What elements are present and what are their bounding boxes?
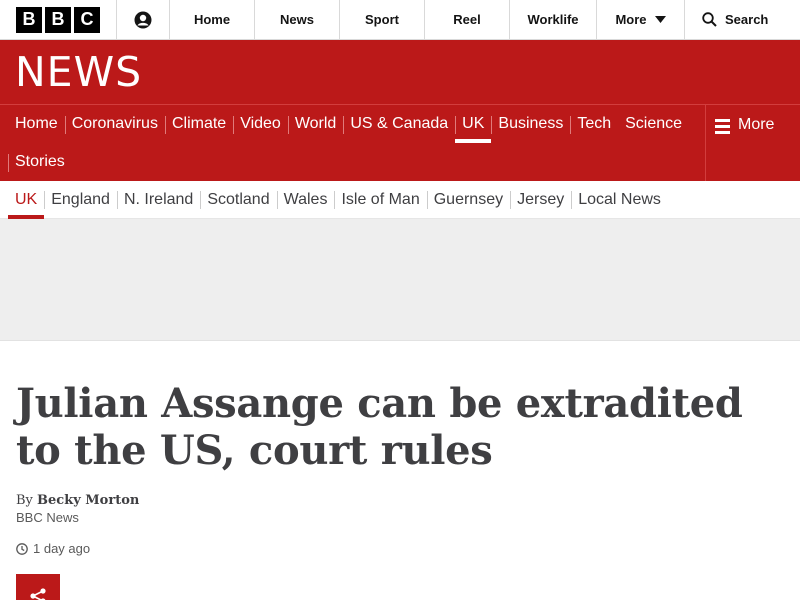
article-timestamp: 1 day ago — [16, 541, 90, 556]
author-organisation: BBC News — [16, 510, 79, 525]
global-nav-home[interactable]: Home — [170, 0, 255, 39]
sub-nav-jersey[interactable]: Jersey — [510, 181, 571, 219]
section-nav-world[interactable]: World — [287, 105, 344, 143]
author-name: Becky Morton — [37, 493, 140, 508]
bbc-logo-letter: B — [45, 6, 71, 33]
advertisement-placeholder — [0, 219, 800, 341]
menu-icon — [715, 119, 730, 134]
news-masthead: NEWS — [0, 40, 800, 104]
global-nav-news[interactable]: News — [255, 0, 340, 39]
sub-nav-guernsey[interactable]: Guernsey — [426, 181, 510, 219]
global-nav-more-label: More — [615, 12, 647, 27]
sub-nav-england[interactable]: England — [44, 181, 117, 219]
sub-navigation: UK England N. Ireland Scotland Wales Isl… — [0, 181, 800, 219]
account-icon — [134, 11, 152, 28]
chevron-down-icon — [654, 15, 666, 23]
global-nav-more-button[interactable]: More — [597, 0, 685, 39]
section-nav-more-button[interactable]: More — [705, 105, 800, 181]
sub-nav-list: UK England N. Ireland Scotland Wales Isl… — [8, 181, 668, 219]
section-nav-climate[interactable]: Climate — [164, 105, 233, 143]
section-nav-coronavirus[interactable]: Coronavirus — [64, 105, 165, 143]
global-nav-reel[interactable]: Reel — [425, 0, 510, 39]
section-nav-uk[interactable]: UK — [455, 105, 492, 143]
article-headline: Julian Assange can be extradited to the … — [16, 380, 743, 474]
timestamp-text: 1 day ago — [33, 541, 91, 556]
search-label: Search — [725, 12, 769, 27]
sub-nav-isle-of-man[interactable]: Isle of Man — [334, 181, 426, 219]
news-wordmark[interactable]: NEWS — [15, 52, 142, 93]
byline-prefix: By — [16, 493, 38, 508]
global-navigation: B B C Home News Sport Reel Worklife More… — [0, 0, 800, 40]
section-nav-us-canada[interactable]: US & Canada — [343, 105, 455, 143]
section-nav-business[interactable]: Business — [491, 105, 570, 143]
section-nav-home[interactable]: Home — [8, 105, 65, 143]
account-button[interactable] — [117, 0, 170, 39]
bbc-logo-letter: B — [16, 6, 42, 33]
byline: By Becky Morton — [16, 493, 139, 508]
search-icon — [702, 12, 717, 27]
section-navigation: Home Coronavirus Climate Video World US … — [0, 104, 800, 181]
section-nav-more-label: More — [738, 116, 775, 133]
global-nav-sport[interactable]: Sport — [340, 0, 425, 39]
sub-nav-uk[interactable]: UK — [8, 181, 45, 219]
sub-nav-n-ireland[interactable]: N. Ireland — [116, 181, 200, 219]
section-nav-video[interactable]: Video — [233, 105, 288, 143]
bbc-logo[interactable]: B B C — [0, 0, 117, 39]
search-button[interactable]: Search — [685, 0, 800, 39]
bbc-logo-letter: C — [74, 6, 100, 33]
section-nav-stories[interactable]: Stories — [8, 143, 72, 181]
sub-nav-scotland[interactable]: Scotland — [200, 181, 276, 219]
global-nav-worklife[interactable]: Worklife — [510, 0, 597, 39]
section-nav-tech[interactable]: Tech — [570, 105, 618, 143]
sub-nav-local-news[interactable]: Local News — [571, 181, 668, 219]
share-button[interactable] — [16, 574, 60, 600]
section-nav-list: Home Coronavirus Climate Video World US … — [8, 105, 704, 181]
clock-icon — [16, 542, 28, 555]
section-nav-science[interactable]: Science — [618, 105, 689, 143]
share-icon — [30, 588, 46, 600]
sub-nav-wales[interactable]: Wales — [276, 181, 335, 219]
